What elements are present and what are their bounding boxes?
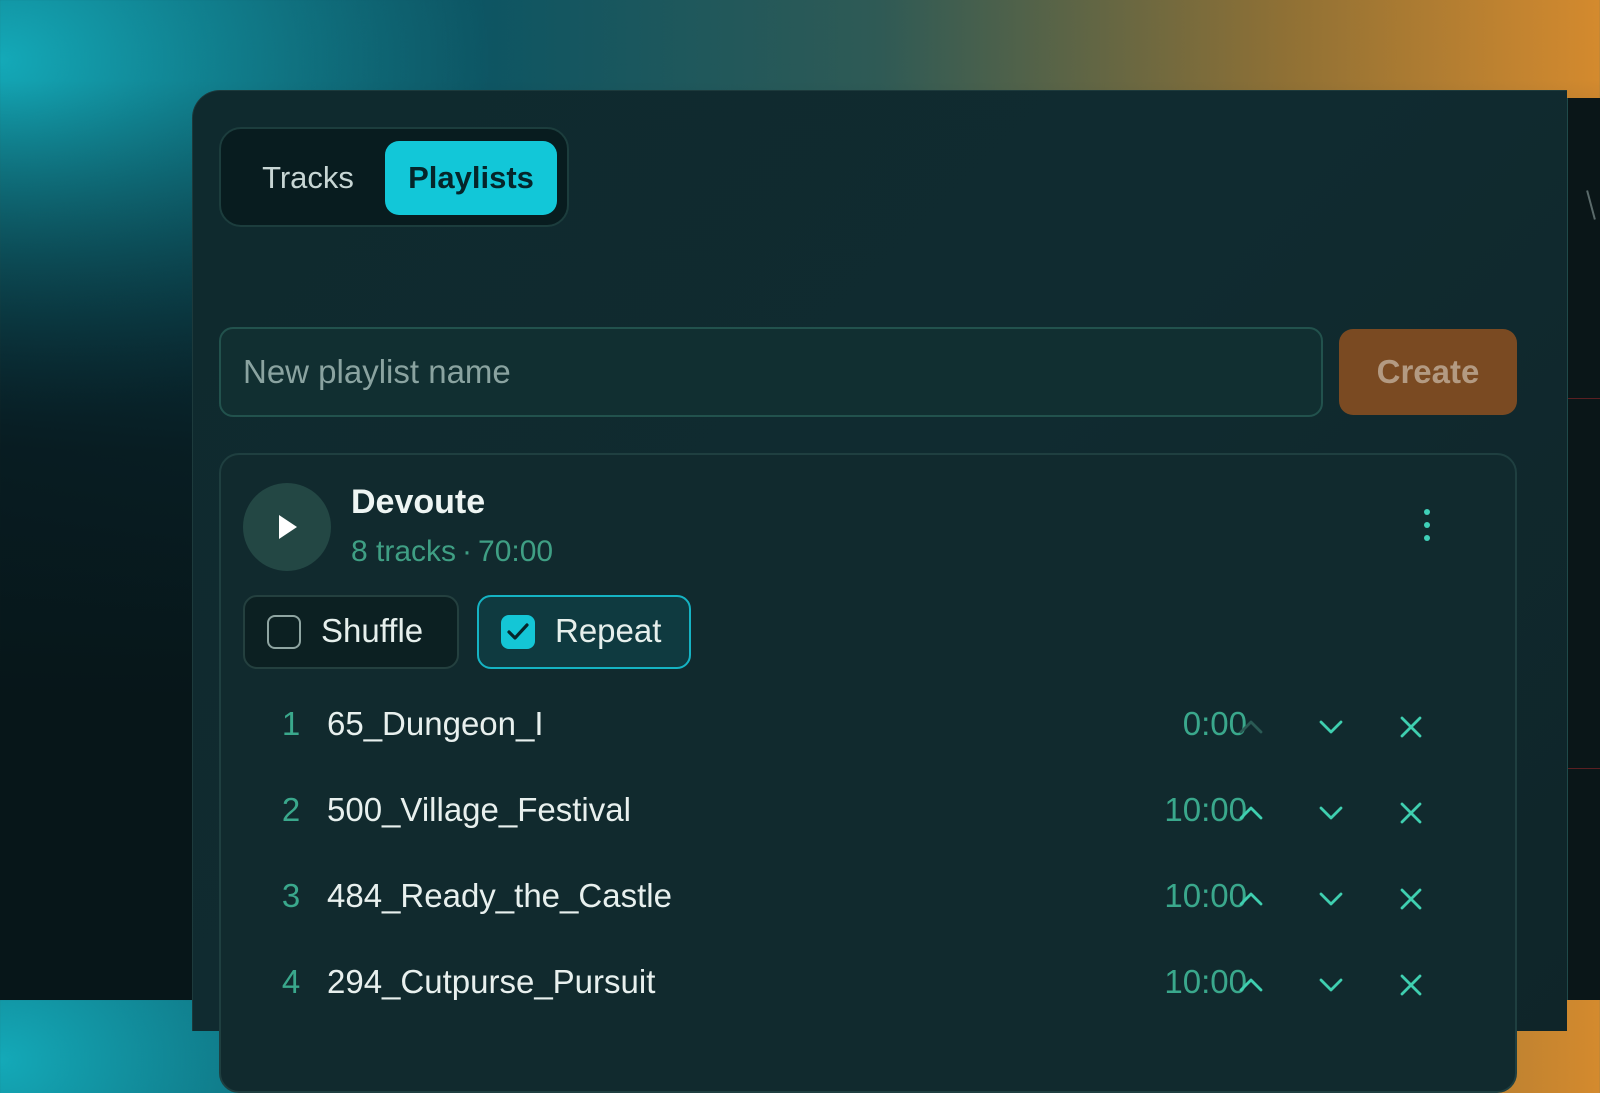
close-icon[interactable] [1397, 883, 1425, 911]
chevron-down-icon[interactable] [1317, 969, 1345, 997]
tab-tracks[interactable]: Tracks [233, 141, 383, 215]
track-row[interactable]: 3 484_Ready_the_Castle 10:00 [221, 855, 1519, 941]
tab-playlists[interactable]: Playlists [385, 141, 557, 215]
window-edge-line [1568, 768, 1600, 769]
playlist-card: Devoute 8 tracks · 70:00 Shuffle Repeat 16… [219, 453, 1517, 1093]
track-row[interactable]: 4 294_Cutpurse_Pursuit 10:00 [221, 941, 1519, 1027]
shuffle-label: Shuffle [321, 612, 424, 649]
shuffle-toggle[interactable]: Shuffle [243, 595, 459, 669]
chevron-down-icon[interactable] [1317, 883, 1345, 911]
meta-separator: · [462, 535, 473, 568]
check-icon [507, 623, 529, 640]
track-title: 500_Village_Festival [327, 791, 631, 828]
window-edge-mark [1586, 190, 1596, 220]
track-number: 3 [281, 877, 301, 914]
playlist-track-count: 8 tracks [351, 535, 457, 568]
play-icon [279, 515, 297, 539]
chevron-up-icon[interactable] [1237, 797, 1265, 825]
chevron-up-icon[interactable] [1237, 969, 1265, 997]
kebab-menu-icon[interactable] [1417, 505, 1437, 549]
track-duration: 10:00 [1164, 791, 1247, 828]
track-title: 484_Ready_the_Castle [327, 877, 672, 914]
track-number: 1 [281, 705, 301, 742]
track-row[interactable]: 1 65_Dungeon_I 0:00 [221, 683, 1519, 769]
playlist-name: Devoute [351, 483, 486, 521]
chevron-down-icon[interactable] [1317, 711, 1345, 739]
chevron-up-icon[interactable] [1237, 883, 1265, 911]
close-icon[interactable] [1397, 797, 1425, 825]
repeat-checkbox[interactable] [501, 615, 535, 649]
close-icon[interactable] [1397, 969, 1425, 997]
create-playlist-button[interactable]: Create [1339, 329, 1517, 415]
repeat-toggle[interactable]: Repeat [477, 595, 691, 669]
playlist-meta: 8 tracks · 70:00 [351, 535, 553, 569]
track-title: 294_Cutpurse_Pursuit [327, 963, 656, 1000]
chevron-down-icon[interactable] [1317, 797, 1345, 825]
playlists-panel: Tracks Playlists Create Devoute 8 tracks… [192, 90, 1567, 1093]
track-number: 4 [281, 963, 301, 1000]
shuffle-checkbox[interactable] [267, 615, 301, 649]
new-playlist-name-input[interactable] [219, 327, 1323, 417]
playlist-total-duration: 70:00 [478, 535, 554, 568]
track-number: 2 [281, 791, 301, 828]
view-tab-switcher: Tracks Playlists [219, 127, 569, 227]
track-row[interactable]: 2 500_Village_Festival 10:00 [221, 769, 1519, 855]
close-icon[interactable] [1397, 711, 1425, 739]
window-edge-line [1568, 398, 1600, 399]
adjacent-window-edge [1566, 98, 1600, 1000]
chevron-up-icon [1237, 711, 1265, 739]
track-duration: 10:00 [1164, 877, 1247, 914]
track-title: 65_Dungeon_I [327, 705, 544, 742]
repeat-label: Repeat [555, 612, 662, 649]
track-duration: 10:00 [1164, 963, 1247, 1000]
play-playlist-button[interactable] [243, 483, 331, 571]
